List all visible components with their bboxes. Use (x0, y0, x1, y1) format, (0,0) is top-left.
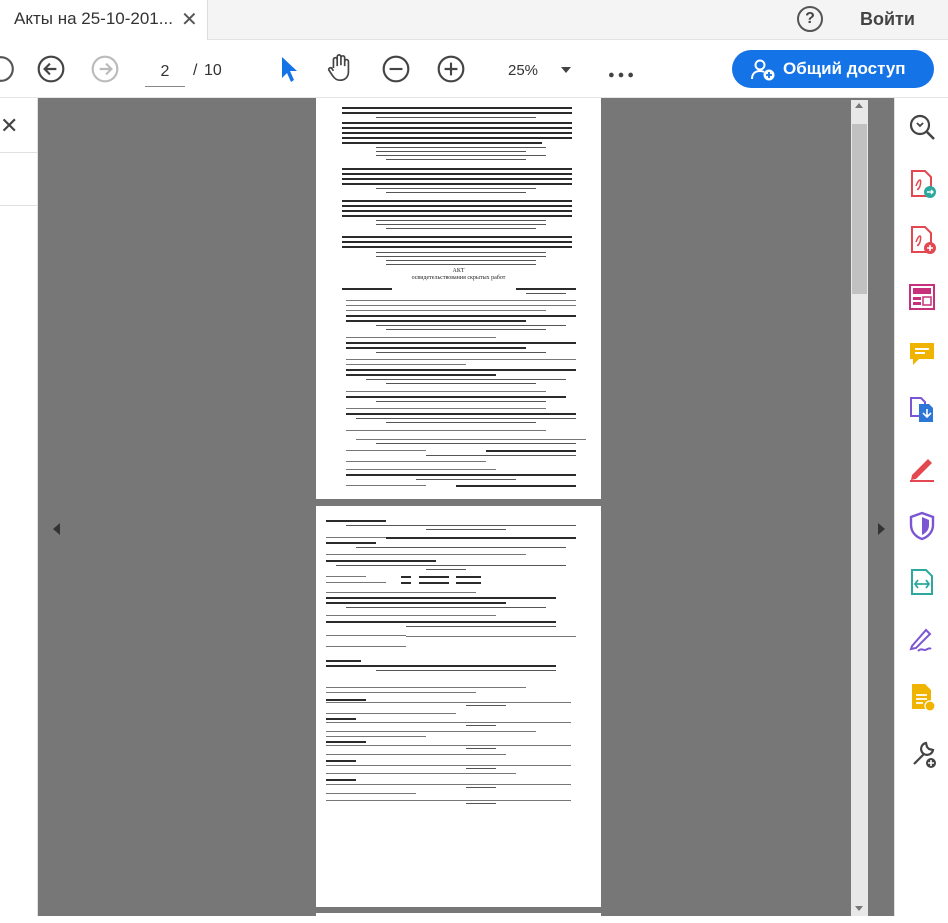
fill-sign-icon[interactable] (906, 451, 938, 483)
back-arrow-icon[interactable] (36, 54, 66, 84)
share-button[interactable]: Общий доступ (732, 50, 934, 88)
akt-subtitle: освидетельствования скрытых работ (411, 275, 506, 281)
page-separator: / (193, 62, 198, 79)
collapse-left-panel-icon[interactable] (53, 523, 60, 535)
pdf-page-2[interactable] (316, 506, 601, 907)
document-tab[interactable]: Акты на 25-10-201... ✕ (0, 0, 208, 40)
tab-title: Акты на 25-10-201... (14, 9, 173, 28)
tab-bar: Акты на 25-10-201... ✕ ? Войти (0, 0, 948, 40)
left-panel-divider (0, 152, 38, 153)
scroll-down-icon[interactable] (855, 906, 863, 911)
page-number-input[interactable]: 2 (145, 57, 185, 87)
combine-files-icon[interactable] (906, 394, 938, 426)
left-panel-divider (0, 205, 38, 206)
scroll-up-icon[interactable] (855, 103, 863, 108)
page-total: 10 (204, 62, 222, 79)
akt-title: АКТ (452, 268, 465, 274)
more-icon[interactable] (606, 60, 636, 90)
notes-document-icon[interactable] (906, 681, 938, 713)
search-zoom-icon[interactable] (906, 111, 938, 143)
select-cursor-icon[interactable] (274, 54, 304, 84)
request-signature-icon[interactable] (906, 622, 938, 654)
comment-icon[interactable] (906, 338, 938, 370)
scroll-thumb[interactable] (852, 124, 867, 294)
zoom-in-icon[interactable] (436, 54, 466, 84)
left-panel (0, 98, 38, 916)
tab-close-icon[interactable]: ✕ (181, 7, 198, 32)
pdf-page-3[interactable] (316, 913, 601, 923)
share-button-label: Общий доступ (783, 59, 906, 78)
partial-circle-icon[interactable] (0, 54, 16, 84)
help-icon[interactable]: ? (797, 6, 823, 32)
signin-button[interactable]: Войти (860, 9, 915, 30)
add-user-icon (751, 59, 775, 81)
more-tools-icon[interactable] (906, 738, 938, 770)
hand-tool-icon[interactable] (325, 53, 355, 83)
create-pdf-icon[interactable] (906, 224, 938, 256)
pdf-page-1[interactable]: АКТ освидетельствования скрытых работ (316, 98, 601, 499)
zoom-level[interactable]: 25% (498, 62, 548, 79)
collapse-right-panel-icon[interactable] (878, 523, 885, 535)
forward-arrow-icon[interactable] (90, 54, 120, 84)
zoom-out-icon[interactable] (381, 54, 411, 84)
zoom-dropdown-icon[interactable] (561, 67, 571, 73)
export-pdf-icon[interactable] (906, 168, 938, 200)
enhance-scans-icon[interactable] (906, 566, 938, 598)
tools-panel (894, 98, 948, 916)
organize-pages-icon[interactable] (906, 281, 938, 313)
protect-shield-icon[interactable] (906, 510, 938, 542)
left-panel-close-icon[interactable]: ✕ (0, 113, 18, 139)
